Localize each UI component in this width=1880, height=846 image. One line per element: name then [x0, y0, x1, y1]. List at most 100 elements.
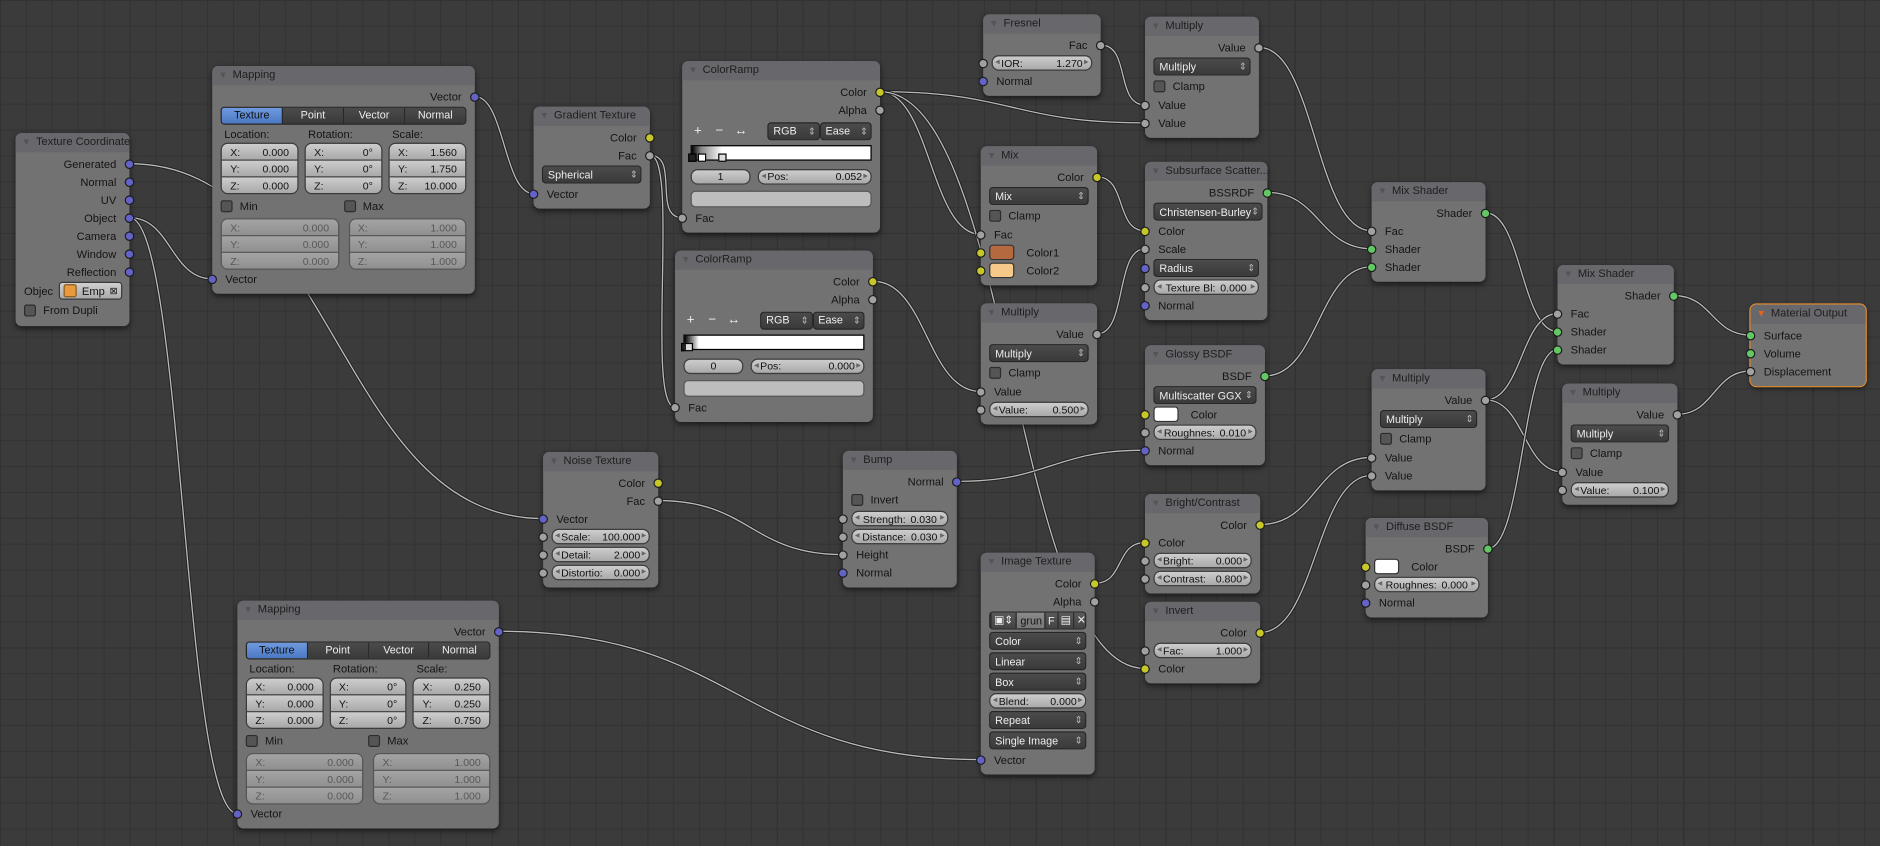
color-socket[interactable]	[868, 276, 878, 286]
glossy-header[interactable]: ▼ Glossy BSDF	[1145, 345, 1265, 365]
node-link[interactable]	[1673, 294, 1751, 336]
decrement-arrow-icon[interactable]: ◀	[761, 172, 766, 179]
detail-field[interactable]: ◀ Detail: 2.000 ▶	[551, 546, 650, 563]
colorramp1-header[interactable]: ▼ ColorRamp	[682, 61, 881, 81]
color-mode-dropdown[interactable]: RGB ⇕	[760, 311, 813, 330]
decrement-arrow-icon[interactable]: ◀	[555, 568, 560, 575]
value-socket[interactable]	[538, 567, 548, 578]
node-link[interactable]	[1258, 46, 1372, 232]
checkbox-box[interactable]	[23, 304, 36, 317]
node-link[interactable]	[1264, 266, 1372, 377]
bright-field[interactable]: ◀ Bright: 0.000 ▶	[1153, 552, 1252, 569]
mixshader2-node[interactable]: ▼ Mix Shader Shader Fac Shader Shader	[1552, 264, 1679, 365]
multiply2-header[interactable]: ▼ Multiply	[980, 303, 1098, 323]
max-checkbox[interactable]: Max	[343, 194, 467, 218]
tab-vector[interactable]: Vector	[342, 107, 405, 124]
color-stop-handle[interactable]	[688, 153, 697, 162]
clamp-checkbox[interactable]: Clamp	[1372, 429, 1486, 448]
collapse-triangle-icon[interactable]: ▼	[1151, 602, 1160, 620]
vector-socket[interactable]	[528, 188, 539, 199]
value-field[interactable]: ◀ Value: 0.500 ▶	[989, 401, 1089, 418]
vector-socket[interactable]	[493, 626, 504, 637]
tab-point[interactable]: Point	[281, 107, 343, 124]
increment-arrow-icon[interactable]: ▶	[1244, 646, 1249, 653]
collapse-triangle-icon[interactable]: ▼	[987, 553, 996, 571]
stop-color-field[interactable]	[683, 379, 865, 397]
stop-position-field[interactable]: ◀ Pos: 0.000 ▶	[750, 357, 865, 374]
christensen-burley-dropdown[interactable]: Christensen-Burley ⇕	[1153, 202, 1263, 221]
colorramp-gradient[interactable]	[681, 334, 865, 352]
decrement-arrow-icon[interactable]: ◀	[855, 532, 860, 539]
checkbox-box[interactable]	[989, 209, 1002, 222]
decrement-arrow-icon[interactable]: ◀	[855, 514, 860, 521]
box-dropdown[interactable]: Box ⇕	[989, 672, 1087, 691]
imagetex-header[interactable]: ▼ Image Texture	[980, 552, 1095, 572]
color-socket[interactable]	[975, 265, 986, 276]
node-link[interactable]	[129, 216, 238, 815]
decrement-arrow-icon[interactable]: ◀	[555, 550, 560, 557]
glossy-node[interactable]: ▼ Glossy BSDF BSDF Multiscatter GGX ⇕ Color ◀ R…	[1140, 345, 1270, 466]
scale-x-field[interactable]: X: 0.250	[414, 678, 490, 695]
checkbox-box[interactable]	[220, 200, 233, 213]
distortio-field[interactable]: ◀ Distortio: 0.000 ▶	[551, 564, 650, 581]
location-y-field[interactable]: Y: 0.000	[221, 159, 298, 177]
location-z-field[interactable]: Z: 0.000	[246, 710, 323, 728]
diffuse-header[interactable]: ▼ Diffuse BSDF	[1365, 517, 1488, 538]
fac-field[interactable]: ◀ Fac: 1.000 ▶	[1153, 642, 1252, 659]
value-socket[interactable]	[868, 294, 878, 304]
mixshader1-node[interactable]: ▼ Mix Shader Shader Fac Shader Shader	[1366, 182, 1491, 282]
value-socket[interactable]	[1140, 118, 1150, 128]
rotation-z-field[interactable]: Z: 0°	[305, 176, 382, 194]
texcoord-node[interactable]: ▼ Texture Coordinate Generated Normal UV Obje…	[15, 133, 135, 327]
node-link[interactable]	[1485, 212, 1558, 333]
collapse-triangle-icon[interactable]: ▼	[987, 303, 996, 321]
vector-socket[interactable]	[124, 230, 135, 241]
location-x-field[interactable]: X: 0.000	[221, 143, 298, 160]
strength-field[interactable]: ◀ Strength: 0.030 ▶	[851, 510, 949, 527]
stop-color-field[interactable]	[690, 190, 872, 207]
sss-header[interactable]: ▼ Subsurface Scatter...	[1145, 161, 1268, 182]
vector-socket[interactable]	[978, 76, 988, 86]
color-stop-handle[interactable]	[718, 153, 727, 162]
multiply4-header[interactable]: ▼ Multiply	[1562, 383, 1678, 403]
collapse-triangle-icon[interactable]: ▼	[1563, 265, 1572, 283]
shader-socket[interactable]	[1552, 344, 1563, 355]
color-socket[interactable]	[1140, 537, 1150, 548]
node-editor-canvas[interactable]: ▼ Texture Coordinate Generated Normal UV Obje…	[0, 0, 1880, 846]
node-link[interactable]	[1260, 474, 1372, 634]
max-x-field[interactable]: X: 1.000	[349, 219, 466, 236]
multiply2-node[interactable]: ▼ Multiply Value Multiply ⇕ Clamp Value ◀ Value:…	[975, 303, 1102, 425]
vector-socket[interactable]	[124, 212, 135, 223]
multiscatter-ggx-dropdown[interactable]: Multiscatter GGX ⇕	[1153, 386, 1257, 405]
collapse-triangle-icon[interactable]: ▼	[218, 66, 227, 84]
node-link[interactable]	[649, 154, 683, 219]
vector-socket[interactable]	[975, 754, 986, 765]
checkbox-box[interactable]	[1153, 80, 1166, 93]
remove-stop-button[interactable]: −	[705, 313, 719, 327]
tab-point[interactable]: Point	[306, 642, 368, 659]
node-link[interactable]	[956, 449, 1146, 483]
shader-socket[interactable]	[1745, 330, 1756, 340]
ior-field[interactable]: ◀ IOR: 1.270 ▶	[991, 55, 1093, 71]
value-socket[interactable]	[677, 212, 688, 223]
collapse-triangle-icon[interactable]: ▼	[1378, 369, 1387, 387]
color-socket[interactable]	[1140, 226, 1150, 236]
min-checkbox[interactable]: Min	[220, 194, 344, 218]
value-socket[interactable]	[1745, 366, 1756, 376]
color-swatch[interactable]	[1374, 558, 1400, 575]
checkbox-box[interactable]	[368, 734, 381, 747]
node-link[interactable]	[1100, 44, 1146, 106]
node-link[interactable]	[1677, 370, 1751, 415]
noise-header[interactable]: ▼ Noise Texture	[543, 452, 659, 472]
invert-header[interactable]: ▼ Invert	[1145, 601, 1261, 622]
node-link[interactable]	[1260, 456, 1372, 526]
increment-arrow-icon[interactable]: ▶	[642, 550, 647, 557]
increment-arrow-icon[interactable]: ▶	[1244, 574, 1249, 581]
radius-dropdown[interactable]: Radius ⇕	[1153, 258, 1259, 277]
max-y-field[interactable]: Y: 1.000	[374, 769, 490, 787]
value-socket[interactable]	[1254, 42, 1264, 53]
checkbox-box[interactable]	[1570, 447, 1583, 460]
value-socket[interactable]	[1366, 226, 1377, 236]
min-x-field[interactable]: X: 0.000	[246, 754, 363, 770]
shader-socket[interactable]	[1668, 290, 1679, 301]
